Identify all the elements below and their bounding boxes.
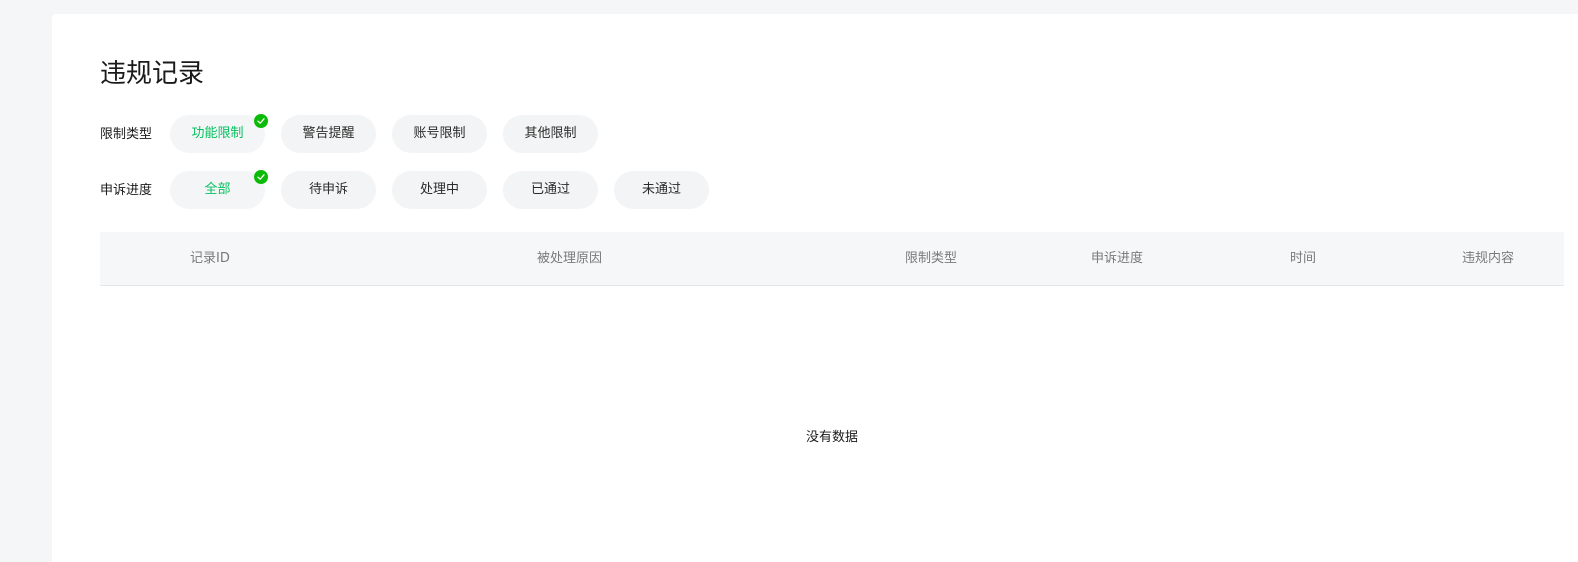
chip-rejected[interactable]: 未通过 <box>614 171 709 209</box>
chip-all[interactable]: 全部 <box>170 170 268 209</box>
chip-label: 处理中 <box>419 182 459 197</box>
chip-label: 未通过 <box>641 182 681 197</box>
check-icon <box>254 114 268 128</box>
chip-label: 待申诉 <box>308 182 348 197</box>
column-header-time: 时间 <box>1290 251 1317 266</box>
chip-label: 其他限制 <box>524 126 577 141</box>
chip-label: 功能限制 <box>191 126 244 141</box>
column-header-reason: 被处理原因 <box>537 251 603 266</box>
empty-state-text: 没有数据 <box>805 430 858 445</box>
appeal-progress-label: 申诉进度 <box>100 183 153 198</box>
chip-function-restriction[interactable]: 功能限制 <box>170 114 268 153</box>
chip-pending-appeal[interactable]: 待申诉 <box>281 171 376 209</box>
page-title: 违规记录 <box>100 59 205 89</box>
chip-other-restriction[interactable]: 其他限制 <box>503 115 598 153</box>
chip-warning-reminder[interactable]: 警告提醒 <box>281 115 376 153</box>
chip-processing[interactable]: 处理中 <box>392 171 487 209</box>
chip-account-restriction[interactable]: 账号限制 <box>392 115 487 153</box>
chip-label: 账号限制 <box>413 126 466 141</box>
restriction-type-filter: 限制类型 功能限制 警告提醒 账号限制 其他限制 <box>100 114 614 153</box>
empty-state: 没有数据 <box>100 426 1564 445</box>
column-header-violation-content: 违规内容 <box>1462 251 1515 266</box>
table-header: 记录ID 被处理原因 限制类型 申诉进度 时间 违规内容 <box>100 232 1564 286</box>
appeal-progress-filter: 申诉进度 全部 待申诉 处理中 已通过 未通过 <box>100 170 725 209</box>
chip-approved[interactable]: 已通过 <box>503 171 598 209</box>
column-header-appeal-progress: 申诉进度 <box>1091 251 1144 266</box>
restriction-type-label: 限制类型 <box>100 127 153 142</box>
column-header-restriction-type: 限制类型 <box>905 251 958 266</box>
main-panel: 违规记录 限制类型 功能限制 警告提醒 账号限制 其他限制 申诉进度 全部 待申… <box>52 14 1578 562</box>
chip-label: 警告提醒 <box>302 126 355 141</box>
chip-label: 已通过 <box>530 182 570 197</box>
violation-records-table: 记录ID 被处理原因 限制类型 申诉进度 时间 违规内容 没有数据 <box>100 232 1564 445</box>
column-header-record-id: 记录ID <box>190 251 230 266</box>
chip-label: 全部 <box>204 182 231 197</box>
check-icon <box>254 170 268 184</box>
